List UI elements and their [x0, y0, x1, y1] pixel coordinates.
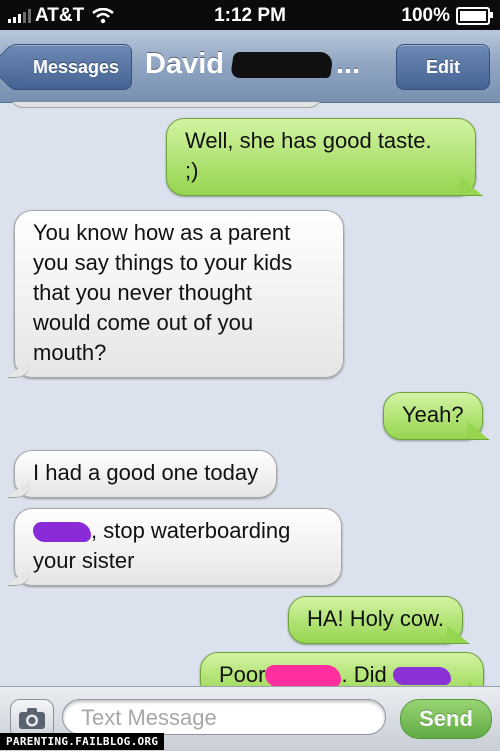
- message-text-line: Poor . Did: [219, 660, 465, 686]
- message-thread[interactable]: Well, she has good taste. ;) You know ho…: [0, 102, 500, 686]
- message-outgoing: HA! Holy cow.: [288, 596, 463, 644]
- edit-button[interactable]: Edit: [396, 44, 490, 90]
- status-bar: AT&T 1:12 PM 100%: [0, 0, 500, 30]
- message-text-line: HA! Holy cow.: [307, 606, 444, 631]
- message-text-line: You know how as a parent: [33, 220, 291, 245]
- redaction-scribble: [265, 665, 342, 686]
- message-text-line: Well, she has good taste.: [185, 128, 432, 153]
- contact-first-name: David: [145, 48, 224, 80]
- message-text-fragment: , stop waterboarding: [91, 518, 291, 543]
- message-text-line: your sister: [33, 548, 135, 573]
- camera-icon: [19, 708, 45, 729]
- battery-indicator: 100%: [401, 5, 493, 27]
- message-text-line: would come out of you: [33, 310, 254, 335]
- message-outgoing: Yeah?: [383, 392, 483, 440]
- messages-back-button[interactable]: Messages: [8, 44, 132, 90]
- message-text-fragment: Poor: [219, 662, 266, 686]
- message-input[interactable]: Text Message: [62, 699, 386, 735]
- title-ellipsis: ...: [335, 48, 361, 80]
- battery-icon: [456, 7, 493, 25]
- partial-message-bubble: [10, 102, 322, 108]
- message-text-line: mouth?: [33, 340, 107, 365]
- conversation-title: David ...: [145, 48, 360, 81]
- navigation-bar: Messages David ... Edit: [0, 30, 500, 103]
- message-text-line: ;): [185, 158, 199, 183]
- battery-percent: 100%: [401, 5, 450, 26]
- message-text-fragment: . Did: [341, 662, 387, 686]
- message-text-line: I had a good one today: [33, 460, 259, 485]
- send-button[interactable]: Send: [400, 699, 492, 739]
- redaction-scribble: [33, 522, 91, 543]
- back-button-label: Messages: [32, 57, 120, 77]
- message-outgoing: Poor . Did: [200, 652, 484, 686]
- message-text-line: that you never thought: [33, 280, 252, 305]
- message-text-line: Yeah?: [402, 402, 464, 427]
- message-text-line: you say things to your kids: [33, 250, 293, 275]
- message-text-line: , stop waterboarding: [33, 516, 323, 546]
- message-incoming: , stop waterboarding your sister: [14, 508, 342, 586]
- message-outgoing: Well, she has good taste. ;): [166, 118, 476, 196]
- redacted-last-name: [230, 51, 334, 78]
- message-incoming: I had a good one today: [14, 450, 278, 498]
- message-incoming: You know how as a parent you say things …: [14, 210, 344, 378]
- site-watermark: PARENTING.FAILBLOG.ORG: [0, 733, 165, 750]
- redaction-scribble: [392, 667, 451, 686]
